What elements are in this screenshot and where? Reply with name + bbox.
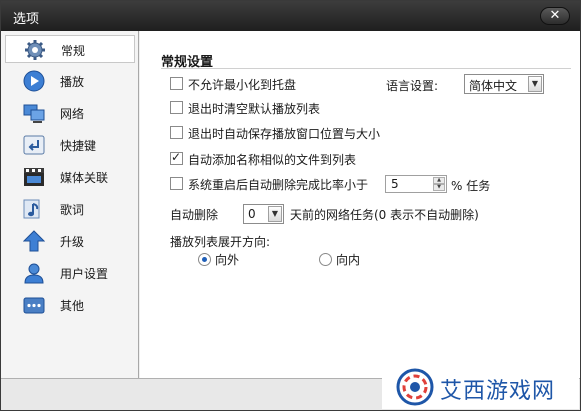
save-window-position-label: 退出时自动保存播放窗口位置与大小 bbox=[188, 127, 381, 141]
close-button[interactable]: ✕ bbox=[540, 7, 570, 25]
general-settings-panel: 常规设置 不允许最小化到托盘 语言设置: 简体中文 ▼ 退出时清空默认播放列表 … bbox=[140, 31, 580, 378]
sidebar-item-label: 其他 bbox=[60, 299, 85, 313]
auto-delete-label: 自动删除 bbox=[170, 208, 219, 222]
sidebar-item-label: 播放 bbox=[60, 75, 85, 89]
chevron-down-icon[interactable]: ▼ bbox=[528, 76, 542, 92]
sidebar-item-label: 用户设置 bbox=[60, 267, 109, 281]
sidebar-item-label: 歌词 bbox=[60, 203, 85, 217]
sidebar-item-network[interactable]: 网络 bbox=[5, 99, 135, 127]
clear-playlist-label: 退出时清空默认播放列表 bbox=[188, 102, 321, 116]
auto-delete-on-restart-checkbox[interactable] bbox=[170, 177, 183, 190]
auto-delete-days-value: 0 bbox=[248, 207, 256, 221]
auto-add-similar-files-checkbox[interactable] bbox=[170, 150, 183, 165]
section-divider bbox=[161, 68, 571, 69]
upgrade-arrow-icon bbox=[23, 230, 45, 252]
watermark-logo-icon bbox=[396, 368, 434, 406]
sidebar-item-general[interactable]: 常规 bbox=[5, 35, 135, 63]
direction-inward-label: 向内 bbox=[336, 253, 361, 267]
window-title: 选项 bbox=[13, 12, 40, 27]
save-window-position-checkbox[interactable] bbox=[170, 126, 183, 139]
sidebar-item-label: 升级 bbox=[60, 235, 85, 249]
auto-delete-on-restart-label: 系统重启后自动删除完成比率小于 bbox=[188, 178, 369, 192]
sidebar: 常规 播放 网络 快捷键 媒体关联 歌词 升级 用户设置 其他 bbox=[1, 31, 139, 378]
play-icon bbox=[23, 70, 45, 92]
minimize-to-tray-label: 不允许最小化到托盘 bbox=[188, 78, 297, 92]
sidebar-item-other[interactable]: 其他 bbox=[5, 291, 135, 319]
keyboard-icon bbox=[23, 135, 45, 155]
spin-down-icon[interactable]: ▼ bbox=[433, 184, 445, 191]
language-label: 语言设置: bbox=[386, 79, 439, 93]
clear-playlist-checkbox[interactable] bbox=[170, 101, 183, 114]
etc-icon bbox=[23, 297, 45, 314]
playlist-direction-label: 播放列表展开方向: bbox=[170, 235, 271, 249]
completion-ratio-value: 5 bbox=[391, 177, 399, 191]
watermark: 艾西游戏网 bbox=[382, 366, 579, 409]
sidebar-item-hotkeys[interactable]: 快捷键 bbox=[5, 131, 135, 159]
gear-icon bbox=[25, 40, 45, 60]
sidebar-item-label: 网络 bbox=[60, 107, 85, 121]
auto-delete-days-select[interactable]: 0 ▼ bbox=[243, 204, 284, 224]
sidebar-item-upgrade[interactable]: 升级 bbox=[5, 227, 135, 255]
language-value: 简体中文 bbox=[469, 79, 518, 93]
options-dialog: 选项 ✕ 常规 播放 网络 快捷键 媒体关联 歌词 升级 用户设置 其他 常规设… bbox=[0, 0, 581, 411]
sidebar-item-label: 常规 bbox=[61, 44, 86, 58]
network-icon bbox=[23, 104, 45, 123]
sidebar-item-label: 媒体关联 bbox=[60, 171, 109, 185]
title-bar[interactable]: 选项 ✕ bbox=[1, 1, 580, 31]
spin-up-icon[interactable]: ▲ bbox=[433, 177, 445, 184]
language-select[interactable]: 简体中文 ▼ bbox=[464, 74, 544, 94]
sidebar-item-user-settings[interactable]: 用户设置 bbox=[5, 259, 135, 287]
watermark-text: 艾西游戏网 bbox=[440, 379, 556, 404]
completion-ratio-suffix: % 任务 bbox=[451, 179, 491, 193]
chevron-down-icon[interactable]: ▼ bbox=[268, 206, 282, 222]
sidebar-item-play[interactable]: 播放 bbox=[5, 67, 135, 95]
minimize-to-tray-checkbox[interactable] bbox=[170, 77, 183, 90]
sidebar-item-label: 快捷键 bbox=[60, 139, 97, 153]
clapperboard-icon bbox=[24, 168, 44, 186]
sidebar-item-media-association[interactable]: 媒体关联 bbox=[5, 163, 135, 191]
music-note-icon bbox=[23, 199, 40, 219]
direction-inward-radio[interactable] bbox=[319, 253, 332, 266]
completion-ratio-spinner[interactable]: 5 ▲ ▼ bbox=[385, 175, 447, 193]
direction-outward-label: 向外 bbox=[215, 253, 240, 267]
auto-add-similar-files-label: 自动添加名称相似的文件到列表 bbox=[188, 153, 357, 167]
auto-delete-suffix: 天前的网络任务(0 表示不自动删除) bbox=[290, 208, 479, 222]
sidebar-item-lyrics[interactable]: 歌词 bbox=[5, 195, 135, 223]
direction-outward-radio[interactable] bbox=[198, 253, 211, 266]
user-icon bbox=[24, 263, 44, 284]
